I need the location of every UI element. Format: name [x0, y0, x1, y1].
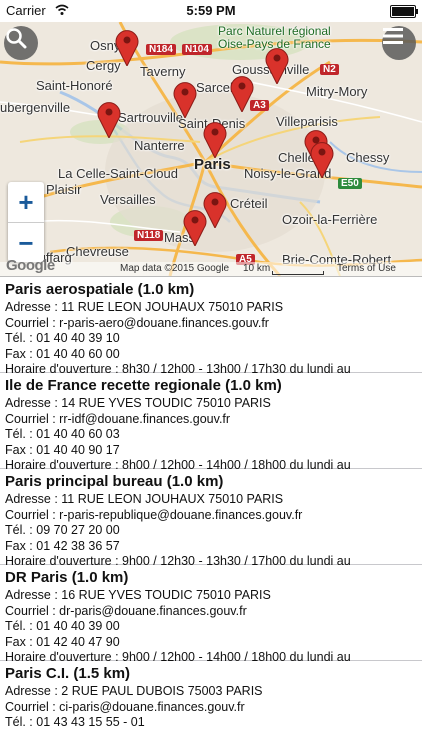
map-attribution: Map data ©2015 Google	[120, 263, 230, 274]
map-label-chessy: Chessy	[346, 150, 390, 165]
status-time: 5:59 PM	[186, 3, 236, 18]
map-label-sarcelles: Sarcel	[196, 80, 233, 95]
office-name: Paris aerospatiale (1.0 km)	[5, 281, 195, 298]
map-scale-label: 10 km	[243, 263, 271, 274]
map-label-ozoir: Ozoir-la-Ferrière	[282, 212, 378, 227]
office-list-item[interactable]: Paris C.I. (1.5 km) Adresse : 2 RUE PAUL…	[0, 661, 422, 751]
road-n118: N118	[134, 230, 164, 241]
road-e50: E50	[338, 178, 362, 189]
map-view[interactable]: Parc Naturel régional Oise-Pays de Franc…	[0, 22, 422, 276]
map-label-plaisir: Plaisir	[46, 182, 82, 197]
office-list-item[interactable]: Paris aerospatiale (1.0 km) Adresse : 11…	[0, 277, 422, 376]
map-label-creteil: Créteil	[230, 196, 268, 211]
office-fax: Fax : 01 42 40 47 90	[5, 634, 120, 649]
office-name: DR Paris (1.0 km)	[5, 569, 129, 586]
office-fax: Fax : 01 40 40 90 17	[5, 442, 120, 457]
office-address: Adresse : 11 RUE LEON JOUHAUX 75010 PARI…	[5, 492, 284, 506]
office-name: Paris principal bureau (1.0 km)	[5, 473, 224, 490]
road-n104: N104	[182, 44, 212, 55]
office-name: Paris C.I. (1.5 km)	[5, 665, 131, 682]
map-label-nanterre: Nanterre	[134, 138, 185, 153]
map-pin-icon[interactable]	[115, 28, 139, 66]
road-n184: N184	[146, 44, 176, 55]
hamburger-menu-icon	[383, 28, 403, 44]
status-bar: Carrier 5:59 PM	[0, 0, 422, 22]
office-email: Courriel : ci-paris@douane.finances.gouv…	[5, 699, 245, 714]
map-label-versailles: Versailles	[100, 192, 156, 207]
map-pin-icon[interactable]	[183, 208, 207, 246]
office-name: Ile de France recette regionale (1.0 km)	[5, 377, 282, 394]
office-phone: Tél. : 01 40 40 39 10	[5, 331, 120, 345]
search-icon	[6, 28, 27, 49]
office-list-item[interactable]: Paris principal bureau (1.0 km) Adresse …	[0, 469, 422, 568]
office-list-item[interactable]: DR Paris (1.0 km) Adresse : 16 RUE YVES …	[0, 565, 422, 664]
map-label-mitry: Mitry-Mory	[306, 84, 368, 99]
map-pin-icon[interactable]	[173, 80, 197, 118]
office-phone: Tél. : 01 40 40 39 00	[5, 619, 120, 633]
zoom-in-button[interactable]: +	[8, 182, 44, 223]
office-phone: Tél. : 01 43 43 15 55 - 01	[5, 715, 145, 729]
zoom-control: + −	[8, 182, 44, 262]
map-label-saint-honore: Saint-Honoré	[36, 78, 113, 93]
battery-icon	[390, 5, 418, 18]
map-pin-icon[interactable]	[97, 100, 121, 138]
map-pin-icon[interactable]	[230, 74, 254, 112]
terms-of-use-link[interactable]: Terms of Use	[337, 263, 396, 274]
map-label-parc1: Parc Naturel régional	[218, 24, 331, 38]
office-email: Courriel : dr-paris@douane.finances.gouv…	[5, 603, 247, 618]
map-scale-bar	[272, 271, 324, 275]
map-label-rgenville: ubergenville	[0, 100, 71, 115]
road-n2: N2	[320, 64, 339, 75]
office-fax: Fax : 01 40 40 60 00	[5, 346, 120, 361]
office-fax: Fax : 01 42 38 36 57	[5, 538, 120, 553]
office-address: Adresse : 14 RUE YVES TOUDIC 75010 PARIS	[5, 396, 271, 410]
office-address: Adresse : 16 RUE YVES TOUDIC 75010 PARIS	[5, 588, 271, 602]
map-pin-icon[interactable]	[310, 140, 334, 178]
office-list[interactable]: Paris aerospatiale (1.0 km) Adresse : 11…	[0, 276, 422, 751]
office-address: Adresse : 11 RUE LEON JOUHAUX 75010 PARI…	[5, 300, 284, 314]
map-pin-icon[interactable]	[203, 120, 227, 158]
map-label-celle: La Celle-Saint-Cloud	[58, 166, 178, 181]
search-button[interactable]	[4, 26, 38, 60]
map-label-taverny: Taverny	[140, 64, 186, 79]
office-email: Courriel : r-paris-republique@douane.fin…	[5, 507, 303, 522]
map-label-villeparisis: Villeparisis	[276, 114, 338, 129]
map-footer: Map data ©2015 Google 10 km Terms of Use	[0, 262, 422, 276]
menu-button[interactable]	[382, 26, 416, 60]
google-logo: Google	[6, 257, 55, 274]
map-pin-icon[interactable]	[265, 46, 289, 84]
office-email: Courriel : rr-idf@douane.finances.gouv.f…	[5, 411, 231, 426]
map-label-paris: Paris	[194, 156, 231, 173]
office-phone: Tél. : 01 40 40 60 03	[5, 427, 120, 441]
office-list-item[interactable]: Ile de France recette regionale (1.0 km)…	[0, 373, 422, 472]
map-label-chevreuse: Chevreuse	[66, 244, 129, 259]
office-email: Courriel : r-paris-aero@douane.finances.…	[5, 315, 269, 330]
office-address: Adresse : 2 RUE PAUL DUBOIS 75003 PARIS	[5, 684, 263, 698]
office-phone: Tél. : 09 70 27 20 00	[5, 523, 120, 537]
